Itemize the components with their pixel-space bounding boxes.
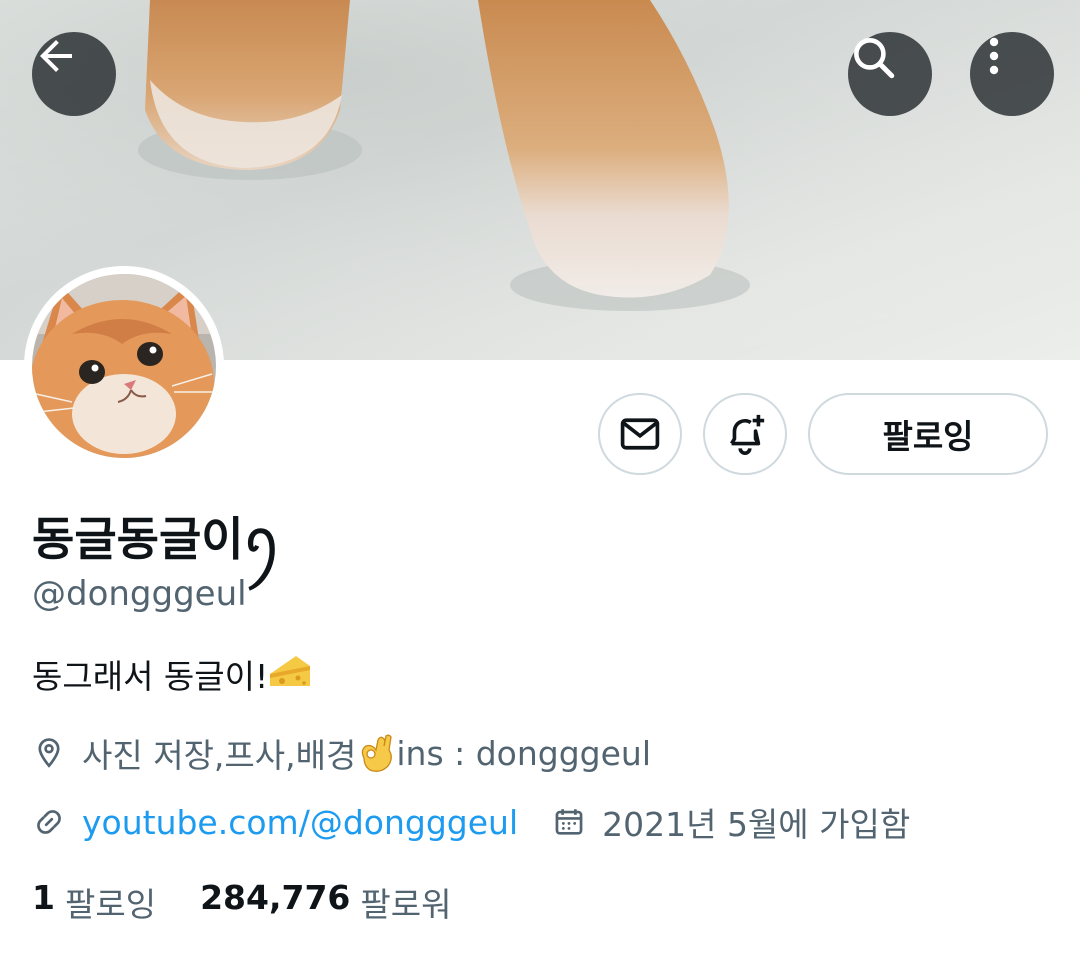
followers-stat[interactable]: 284,776 팔로워 (200, 878, 451, 926)
follow-stats: 1 팔로잉 284,776 팔로워 (32, 878, 451, 926)
message-button[interactable] (598, 393, 682, 475)
joined-date: 2021년 5월에 가입함 (602, 805, 911, 844)
profile-bio: 동그래서 동글이! (32, 650, 312, 698)
avatar-image (32, 274, 216, 458)
location-pin-icon (32, 736, 66, 770)
calendar-icon (552, 805, 586, 839)
profile-meta-row: youtube.com/@dongggeul 2021년 5월에 가입함 (32, 800, 910, 844)
ok-hand-emoji (362, 734, 393, 772)
website-link[interactable]: youtube.com/@dongggeul (82, 803, 518, 842)
arrow-left-icon (40, 40, 72, 72)
search-icon (854, 38, 895, 79)
followers-label: 팔로워 (360, 885, 452, 924)
following-stat[interactable]: 1 팔로잉 (32, 878, 156, 926)
more-options-button[interactable] (970, 32, 1054, 116)
following-button[interactable]: 팔로잉 (808, 393, 1048, 475)
followers-count: 284,776 (200, 878, 351, 917)
location-suffix: ins : dongggeul (396, 733, 652, 773)
more-vertical-icon (989, 37, 999, 75)
bell-plus-icon (730, 414, 765, 455)
location-text: 사진 저장,프사,배경 (82, 736, 357, 775)
following-count: 1 (32, 878, 55, 917)
notifications-button[interactable] (703, 393, 787, 475)
back-button[interactable] (32, 32, 116, 116)
search-button[interactable] (848, 32, 932, 116)
following-label: 팔로잉 (64, 885, 157, 924)
bio-text: 동그래서 동글이! (32, 657, 269, 696)
avatar[interactable] (24, 266, 224, 466)
link-icon (32, 805, 66, 839)
mail-icon (620, 418, 660, 450)
username-handle: @dongggeul (32, 574, 247, 614)
cheese-emoji (270, 656, 311, 686)
profile-location: 사진 저장,프사,배경 ins : dongggeul (32, 731, 651, 775)
